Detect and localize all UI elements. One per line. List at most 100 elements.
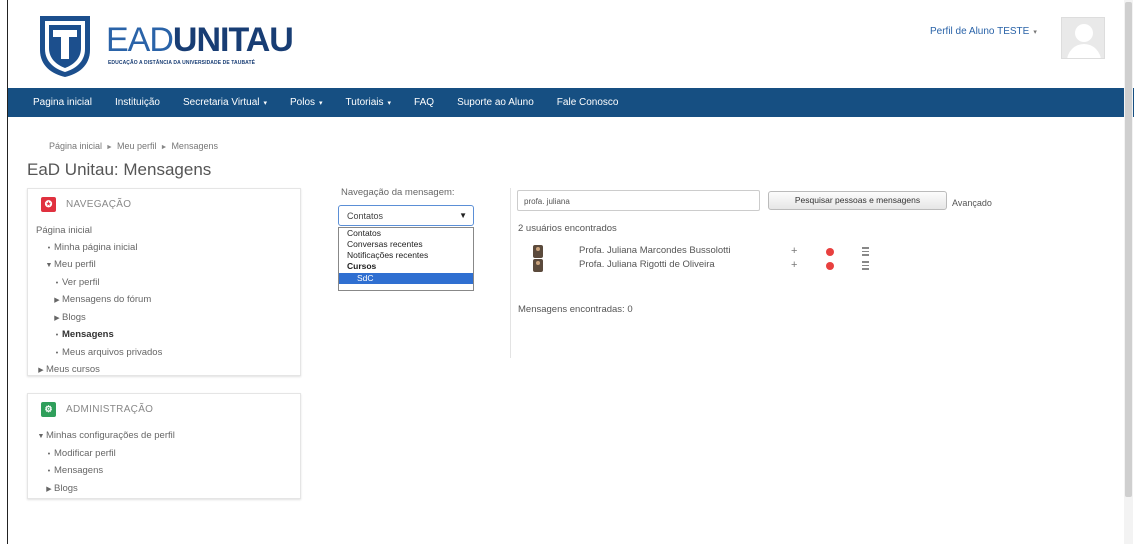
nav-item-secretaria-virtual[interactable]: Secretaria Virtual ▾ — [183, 97, 267, 108]
admin-tree-item-blogs[interactable]: ▶ Blogs — [36, 481, 175, 499]
site-logo-text[interactable]: EADUNITAU — [106, 20, 294, 60]
breadcrumb-separator-icon: ► — [160, 144, 168, 151]
admin-tree-label: Minhas configurações de perfil — [46, 430, 175, 441]
user-picture[interactable] — [533, 245, 543, 258]
messages-found-count: Mensagens encontradas: 0 — [518, 304, 633, 315]
navigation-block: ✪ NAVEGAÇÃO Página inicial • Minha página… — [27, 188, 301, 376]
bullet-icon: • — [55, 349, 59, 357]
nav-item-pagina-inicial[interactable]: Pagina inicial — [33, 97, 92, 108]
chevron-down-icon: ▾ — [387, 100, 392, 107]
nav-label: Fale Conosco — [556, 97, 619, 108]
nav-tree-item-ver-perfil[interactable]: • Ver perfil — [36, 275, 162, 293]
user-result-row: Profa. Juliana Marcondes Bussolotti + — [533, 245, 873, 259]
nav-tree-label: Minha página inicial — [54, 241, 138, 253]
chevron-down-icon: ▾ — [1033, 29, 1037, 36]
message-navigation-select[interactable]: Contatos ▼ — [338, 205, 474, 226]
user-name-link[interactable]: Profa. Juliana Marcondes Bussolotti — [579, 245, 731, 256]
advanced-search-link[interactable]: Avançado — [952, 198, 992, 208]
user-name-link[interactable]: Profa. Juliana Rigotti de Oliveira — [579, 259, 715, 270]
nav-item-fale-conosco[interactable]: Fale Conosco — [557, 97, 619, 108]
nav-tree-label: Meus cursos — [46, 364, 100, 375]
nav-tree-item-arquivos-privados[interactable]: • Meus arquivos privados — [36, 345, 163, 363]
breadcrumb-profile[interactable]: Meu perfil — [117, 141, 157, 151]
message-history-icon[interactable] — [862, 247, 870, 256]
nav-tree-item-meu-perfil[interactable]: ▼ Meu perfil — [36, 257, 162, 275]
collapsed-arrow-icon: ▶ — [38, 367, 44, 374]
select-value: Contatos — [347, 211, 384, 221]
nav-item-polos[interactable]: Polos ▾ — [290, 97, 323, 108]
administration-block-title: ADMINISTRAÇÃO — [66, 404, 154, 415]
bullet-icon: • — [47, 244, 51, 252]
navigation-block-title: NAVEGAÇÃO — [66, 199, 132, 210]
admin-tree-label: Mensagens — [54, 465, 104, 476]
nav-tree-label-current: Mensagens — [62, 329, 114, 340]
collapsed-arrow-icon: ▶ — [54, 314, 60, 322]
navigation-block-header[interactable]: ✪ NAVEGAÇÃO — [41, 197, 131, 212]
nav-tree-label: Blogs — [62, 311, 86, 323]
nav-tree-item-pagina-inicial[interactable]: Página inicial — [36, 223, 162, 240]
admin-tree-item-modificar-perfil[interactable]: • Modificar perfil — [36, 446, 175, 464]
administration-block-header[interactable]: ⚙ ADMINISTRAÇÃO — [41, 402, 153, 417]
dropdown-arrow-icon: ▼ — [459, 211, 467, 220]
user-avatar[interactable] — [1061, 17, 1105, 59]
browser-page: EADUNITAU EDUCAÇÃO A DISTÂNCIA DA UNIVER… — [7, 0, 1134, 544]
collapsed-arrow-icon: ▶ — [54, 297, 60, 304]
university-shield-logo[interactable] — [36, 14, 94, 78]
admin-tree-item-mensagens[interactable]: • Mensagens — [36, 463, 175, 481]
nav-tree-label: Página inicial — [36, 225, 92, 236]
chevron-down-icon: ▾ — [319, 100, 323, 107]
nav-tree-item-meus-cursos[interactable]: ▶ Meus cursos — [36, 362, 162, 380]
breadcrumb-home[interactable]: Página inicial — [49, 141, 102, 151]
administration-block: ⚙ ADMINISTRAÇÃO ▼ Minhas configurações de… — [27, 393, 301, 499]
block-contact-icon[interactable] — [826, 262, 834, 270]
column-divider — [510, 188, 511, 358]
admin-tree-item-configuracoes[interactable]: ▼ Minhas configurações de perfil — [36, 428, 175, 446]
admin-tree-label: Modificar perfil — [54, 447, 116, 459]
nav-label: Polos — [290, 97, 316, 108]
nav-item-suporte-ao-aluno[interactable]: Suporte ao Aluno — [457, 97, 534, 108]
breadcrumb-messages[interactable]: Mensagens — [171, 141, 218, 151]
add-contact-icon[interactable]: + — [791, 245, 797, 258]
collapsed-arrow-icon: ▶ — [46, 485, 52, 493]
message-navigation-dropdown: Contatos Conversas recentes Notificações… — [338, 227, 474, 291]
message-navigation-label: Navegação da mensagem: — [341, 187, 455, 198]
dropdown-option-conversas-recentes[interactable]: Conversas recentes — [339, 239, 473, 250]
admin-tree-label: Blogs — [54, 482, 78, 494]
page-title: EaD Unitau: Mensagens — [27, 160, 212, 179]
page-scrollbar[interactable] — [1124, 0, 1133, 544]
block-contact-icon[interactable] — [826, 248, 834, 256]
dropdown-option-contatos[interactable]: Contatos — [339, 228, 473, 239]
breadcrumb-separator-icon: ► — [106, 144, 113, 151]
site-header: EADUNITAU EDUCAÇÃO A DISTÂNCIA DA UNIVER… — [8, 0, 1134, 88]
nav-tree-item-blogs[interactable]: ▶ Blogs — [36, 310, 162, 328]
nav-label: Suporte ao Aluno — [457, 97, 534, 108]
dropdown-option-sdc[interactable]: SdC — [339, 273, 473, 284]
bullet-icon: • — [55, 332, 59, 339]
administration-icon: ⚙ — [41, 402, 56, 417]
user-result-row: Profa. Juliana Rigotti de Oliveira + — [533, 259, 873, 273]
nav-label: FAQ — [414, 97, 435, 108]
user-menu-label: Perfil de Aluno TESTE — [930, 26, 1030, 37]
breadcrumb: Página inicial ► Meu perfil ► Mensagens — [49, 141, 218, 151]
nav-tree-item-mensagens-forum[interactable]: ▶ Mensagens do fórum — [36, 292, 162, 310]
add-contact-icon[interactable]: + — [791, 259, 797, 272]
nav-tree-item-minha-pagina-inicial[interactable]: • Minha página inicial — [36, 240, 162, 258]
bullet-icon: • — [47, 450, 51, 458]
nav-tree-label: Ver perfil — [62, 276, 100, 288]
nav-item-instituicao[interactable]: Instituição — [115, 97, 160, 108]
message-history-icon[interactable] — [862, 261, 870, 270]
nav-tree-label: Mensagens do fórum — [62, 294, 152, 305]
nav-tree-item-mensagens[interactable]: • Mensagens — [36, 327, 162, 345]
dropdown-option-notificacoes-recentes[interactable]: Notificações recentes — [339, 250, 473, 261]
logo-unitau: UNITAU — [172, 21, 294, 59]
users-found-count: 2 usuários encontrados — [518, 223, 617, 234]
search-people-messages-button[interactable]: Pesquisar pessoas e mensagens — [768, 191, 947, 210]
expanded-arrow-icon: ▼ — [37, 433, 45, 440]
scrollbar-thumb[interactable] — [1125, 2, 1132, 497]
search-input[interactable]: profa. juliana — [517, 190, 760, 211]
user-picture[interactable] — [533, 259, 543, 272]
user-menu[interactable]: Perfil de Aluno TESTE ▾ — [930, 26, 1037, 37]
nav-item-tutoriais[interactable]: Tutoriais ▾ — [346, 97, 392, 108]
nav-item-faq[interactable]: FAQ — [414, 97, 434, 108]
nav-label: Pagina inicial — [33, 97, 92, 108]
